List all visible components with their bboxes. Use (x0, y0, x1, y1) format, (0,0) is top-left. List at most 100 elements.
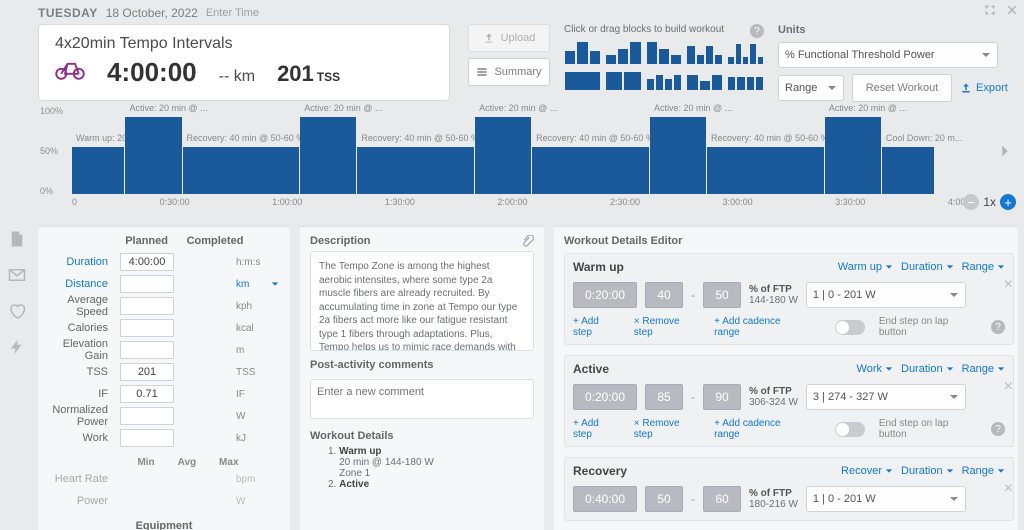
metric-planned-input[interactable] (120, 319, 174, 337)
block-duration-select[interactable]: Duration (901, 363, 954, 375)
segment-label: Active: 20 min @ ... (829, 103, 907, 113)
chevron-down-icon (946, 365, 954, 373)
step-time-input[interactable]: 0:20:00 (573, 282, 637, 308)
repeat-plus-button[interactable]: + (1000, 194, 1016, 210)
remove-block-button[interactable]: × (1000, 272, 1017, 298)
reset-workout-button[interactable]: Reset Workout (852, 74, 952, 102)
editor-block: ×Warm upWarm up Duration Range 0:20:0040… (564, 253, 1014, 345)
workout-editor-panel: Workout Details Editor ×Warm upWarm up D… (554, 226, 1018, 530)
step-hi-input[interactable]: 90 (703, 384, 741, 410)
col-planned: Planned (48, 235, 180, 247)
add-step-link[interactable]: + Add step (573, 418, 620, 440)
chart-segment[interactable]: Cool Down: 20 m... (882, 147, 935, 194)
metric-planned-input[interactable] (120, 341, 174, 359)
block-range-select[interactable]: Range (962, 363, 1005, 375)
weekday: TUESDAY (38, 6, 98, 20)
step-hi-input[interactable]: 50 (703, 282, 741, 308)
window-controls[interactable] (984, 4, 1018, 16)
editor-title: Workout Details Editor (564, 235, 1014, 247)
zone-select[interactable]: 3 | 274 - 327 W (806, 384, 966, 410)
step-time-input[interactable]: 0:20:00 (573, 384, 637, 410)
block-type-select[interactable]: Recover (841, 465, 893, 477)
block-name: Active (573, 362, 609, 376)
metric-planned-input[interactable] (120, 275, 174, 293)
block-name: Recovery (573, 464, 627, 478)
chart-segment[interactable]: Active: 20 min @ ... (300, 117, 357, 194)
metric-planned-input[interactable] (120, 407, 174, 425)
block-range-select[interactable]: Range (962, 465, 1005, 477)
mail-icon[interactable] (8, 266, 26, 284)
chevron-right-icon[interactable] (998, 144, 1012, 158)
add-step-link[interactable]: + Add step (573, 316, 620, 338)
repeat-minus-button[interactable]: − (963, 194, 979, 210)
segment-label: Active: 20 min @ ... (479, 103, 557, 113)
workout-blocks-palette[interactable] (564, 42, 764, 90)
block-duration-select[interactable]: Duration (901, 261, 954, 273)
y-tick: 100% (40, 106, 63, 116)
range-select[interactable]: Range (778, 75, 844, 101)
workout-tss: 201 (277, 61, 314, 86)
block-range-select[interactable]: Range (962, 261, 1005, 273)
chevron-down-icon[interactable] (271, 280, 279, 288)
help-icon[interactable]: ? (991, 320, 1005, 334)
metric-label: Distance (48, 278, 116, 290)
remove-step-link[interactable]: × Remove step (634, 418, 700, 440)
remove-step-link[interactable]: × Remove step (634, 316, 700, 338)
export-link[interactable]: Export (960, 82, 1008, 94)
metric-planned-input[interactable] (120, 363, 174, 381)
expand-icon[interactable] (984, 4, 996, 16)
chart-segment[interactable]: Recovery: 40 min @ 50-60 % of FTP (707, 147, 825, 194)
chevron-down-icon (885, 263, 893, 271)
heart-icon[interactable] (8, 302, 26, 320)
metric-label: Heart Rate (48, 473, 116, 485)
chart-segment[interactable]: Active: 20 min @ ... (125, 117, 182, 194)
zone-select[interactable]: 1 | 0 - 201 W (806, 486, 966, 512)
step-hi-input[interactable]: 60 (703, 486, 741, 512)
zone-select[interactable]: 1 | 0 - 201 W (806, 282, 966, 308)
comment-input[interactable] (310, 379, 534, 419)
bolt-icon[interactable] (8, 338, 26, 356)
units-select[interactable]: % Functional Threshold Power (778, 42, 998, 68)
x-tick: 1:30:00 (385, 197, 415, 207)
metric-planned-input[interactable] (120, 297, 174, 315)
block-type-select[interactable]: Warm up (838, 261, 893, 273)
chart-segment[interactable]: Recovery: 40 min @ 50-60 % of FTP (532, 147, 650, 194)
metric-planned-input[interactable] (120, 429, 174, 447)
block-type-select[interactable]: Work (857, 363, 893, 375)
step-lo-input[interactable]: 40 (645, 282, 683, 308)
step-time-input[interactable]: 0:40:00 (573, 486, 637, 512)
help-icon[interactable]: ? (991, 422, 1005, 436)
chart-segment[interactable]: Warm up: 20 min ... (72, 147, 125, 194)
add-cadence-link[interactable]: + Add cadence range (714, 418, 807, 440)
remove-block-button[interactable]: × (1000, 374, 1017, 400)
metric-planned-input[interactable] (120, 253, 174, 271)
help-icon[interactable]: ? (750, 24, 764, 38)
chart-segment[interactable]: Active: 20 min @ ... (475, 117, 532, 194)
document-icon[interactable] (8, 230, 26, 248)
ftp-info: % of FTP180-216 W (749, 488, 798, 510)
step-lo-input[interactable]: 50 (645, 486, 683, 512)
end-on-lap-toggle[interactable] (835, 320, 865, 335)
attachment-icon[interactable] (522, 235, 534, 247)
intensity-chart[interactable]: 100% 50% 0% Warm up: 20 min ...Active: 2… (38, 108, 1024, 218)
chart-segment[interactable]: Active: 20 min @ ... (825, 117, 882, 194)
chevron-down-icon (827, 83, 837, 93)
chart-segment[interactable]: Active: 20 min @ ... (650, 117, 707, 194)
blocks-hint: Click or drag blocks to build workout (564, 24, 724, 36)
chevron-down-icon (997, 263, 1005, 271)
end-on-lap-toggle[interactable] (835, 422, 865, 437)
close-icon[interactable] (1006, 4, 1018, 16)
list-icon (476, 66, 488, 78)
summary-button[interactable]: Summary (468, 58, 550, 86)
description-text: The Tempo Zone is among the highest aero… (310, 251, 534, 351)
enter-time-link[interactable]: Enter Time (206, 7, 259, 19)
end-on-lap-label: End step on lap button (879, 418, 977, 440)
step-lo-input[interactable]: 85 (645, 384, 683, 410)
remove-block-button[interactable]: × (1000, 476, 1017, 502)
chart-segment[interactable]: Recovery: 40 min @ 50-60 % of FTP (183, 147, 301, 194)
block-duration-select[interactable]: Duration (901, 465, 954, 477)
add-cadence-link[interactable]: + Add cadence range (714, 316, 807, 338)
chart-segment[interactable]: Recovery: 40 min @ 50-60 % of FTP (357, 147, 475, 194)
sub-avg: Avg (178, 457, 197, 468)
metric-planned-input[interactable] (120, 385, 174, 403)
